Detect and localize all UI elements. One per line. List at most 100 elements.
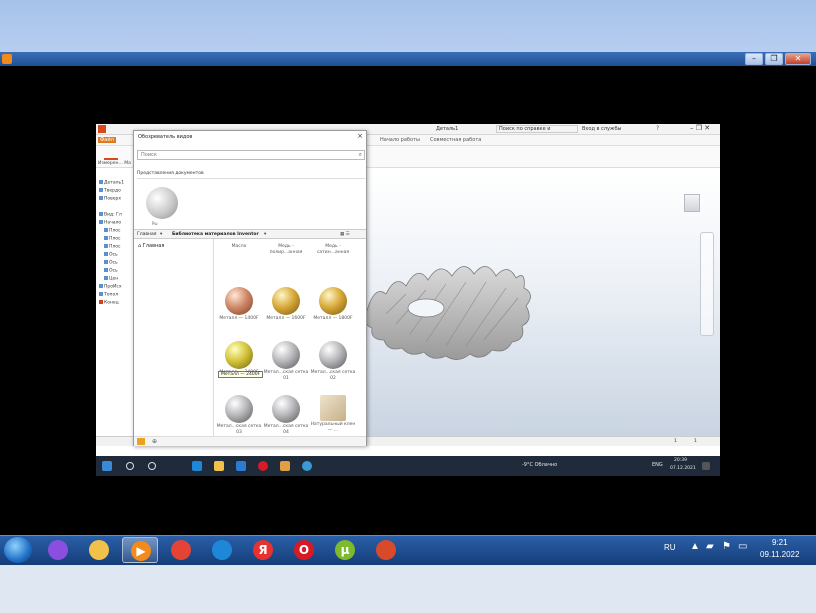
- tree-item[interactable]: Деталь1: [99, 180, 124, 186]
- mail-icon[interactable]: [236, 461, 246, 471]
- taskbar-app-utorrent[interactable]: µ: [327, 537, 363, 563]
- material-label: Металл — 1800F: [313, 316, 353, 321]
- clock-time[interactable]: 9:21: [772, 538, 788, 547]
- close-button[interactable]: ✕: [785, 53, 811, 65]
- tree-item[interactable]: Поверх: [99, 196, 121, 202]
- tree-item[interactable]: ПроИсх: [99, 284, 122, 290]
- taskbar-app-presentation[interactable]: [368, 537, 404, 563]
- axis-icon: [104, 252, 108, 256]
- library-name-dropdown[interactable]: Библиотека материалов Inventor: [172, 232, 259, 237]
- material-swatch: [272, 395, 300, 423]
- tree-item[interactable]: Конец: [99, 300, 119, 306]
- edge-icon[interactable]: [192, 461, 202, 471]
- material-swatch: [225, 287, 253, 315]
- tab-start[interactable]: Начало работы: [380, 137, 420, 143]
- material-tile[interactable]: Металл — 1600F: [263, 287, 309, 322]
- tree-item[interactable]: Ось: [104, 252, 118, 258]
- material-tile[interactable]: Метал...ская сетка 03: [216, 395, 262, 436]
- taskbar-app-explorer[interactable]: [81, 537, 117, 563]
- tree-item[interactable]: Начало: [99, 220, 121, 226]
- windows-start-icon[interactable]: [102, 461, 112, 471]
- material-browser-dialog: Обозреватель видов × Поиск ⌕ Представлен…: [133, 130, 367, 446]
- tree-item[interactable]: Вид: Гл: [99, 212, 122, 218]
- material-tile[interactable]: Масло: [216, 239, 262, 250]
- taskbar-app-media-player[interactable]: ▶: [122, 537, 158, 563]
- app-icon[interactable]: [302, 461, 312, 471]
- document-material-thumbnail[interactable]: [146, 187, 178, 219]
- tab-collaborate[interactable]: Совместная работа: [430, 137, 481, 143]
- taskbar-app-edge[interactable]: [204, 537, 240, 563]
- tray-flag-icon[interactable]: ⚑: [722, 541, 731, 552]
- taskbar-app-chrome[interactable]: [163, 537, 199, 563]
- opera-icon: O: [294, 540, 314, 560]
- material-tooltip: Металл — 2400F: [218, 371, 264, 378]
- material-tile[interactable]: Натуральный клен — ...: [310, 395, 356, 434]
- inventor-taskbar-icon[interactable]: [280, 461, 290, 471]
- notifications-icon[interactable]: [702, 462, 710, 470]
- wavy-disc-model: [366, 266, 531, 360]
- tree-item[interactable]: Ось: [104, 260, 118, 266]
- maximize-button[interactable]: ❐: [765, 53, 783, 65]
- inner-clock-date[interactable]: 07.12.2021: [670, 466, 696, 471]
- navigation-bar[interactable]: [700, 232, 714, 336]
- viewcube-icon[interactable]: [684, 194, 700, 212]
- presentation-icon: [376, 540, 396, 560]
- material-label: Металл — 1600F: [266, 316, 306, 321]
- task-view-icon[interactable]: [148, 462, 156, 470]
- material-search-input[interactable]: Поиск ⌕: [137, 150, 365, 160]
- weather-text[interactable]: -9°C Облачно: [522, 462, 557, 468]
- tree-item[interactable]: Плос: [104, 236, 121, 242]
- material-tile[interactable]: Метал...ская сетка 04: [263, 395, 309, 436]
- player-title-bar: [0, 52, 816, 66]
- material-tile[interactable]: Металл — 1400F: [216, 287, 262, 322]
- tree-item[interactable]: Топол: [99, 292, 118, 298]
- library-folder-icon[interactable]: [137, 438, 145, 445]
- search-icon[interactable]: ⌕: [359, 151, 362, 159]
- yandex-icon: Я: [253, 540, 273, 560]
- opera-icon[interactable]: [258, 461, 268, 471]
- taskbar-app-yandex[interactable]: Я: [245, 537, 281, 563]
- tree-item[interactable]: Плос: [104, 244, 121, 250]
- utorrent-icon: µ: [335, 540, 355, 560]
- view-icon: [99, 212, 103, 216]
- view-options-icon[interactable]: ▦ ☰: [340, 232, 350, 237]
- material-tile[interactable]: Медь - сатин...анная: [310, 239, 356, 256]
- tree-item[interactable]: Твердо: [99, 188, 121, 194]
- material-tile[interactable]: Метал...ская сетка 02: [310, 341, 356, 382]
- help-icon[interactable]: ?: [656, 125, 659, 132]
- explorer-icon[interactable]: [214, 461, 224, 471]
- taskbar-app-opera[interactable]: O: [286, 537, 322, 563]
- tree-item[interactable]: Цен: [104, 276, 118, 282]
- library-home-dropdown[interactable]: Главная: [137, 232, 156, 237]
- minimize-button[interactable]: –: [745, 53, 763, 65]
- window-controls-icon[interactable]: – ❐ ✕: [690, 124, 710, 132]
- material-label: Масло: [231, 244, 247, 249]
- material-tile[interactable]: Метал...ская сетка 01: [263, 341, 309, 382]
- dialog-title: Обозреватель видов: [138, 134, 193, 140]
- status-count-2: 1: [694, 439, 697, 444]
- tray-arrow-icon[interactable]: ▲: [690, 541, 700, 552]
- measure-icon[interactable]: [104, 150, 118, 160]
- clock-date[interactable]: 09.11.2022: [760, 550, 799, 559]
- dialog-close-icon[interactable]: ×: [357, 132, 363, 140]
- inner-clock-time[interactable]: 20:39: [674, 458, 687, 463]
- search-icon[interactable]: [126, 462, 134, 470]
- material-label: Медь - полир...анная: [269, 244, 303, 255]
- tree-item[interactable]: Плос: [104, 228, 121, 234]
- chevron-down-icon[interactable]: ▾: [264, 232, 266, 237]
- add-library-icon[interactable]: ⊕: [152, 438, 157, 445]
- signin-link[interactable]: Вход в службы: [582, 126, 621, 132]
- material-tile[interactable]: Металл — 1800F: [310, 287, 356, 322]
- library-tree-home[interactable]: ⌂ Главная: [138, 243, 164, 249]
- tray-monitor-icon[interactable]: ▭: [738, 541, 747, 552]
- taskbar-app-alice[interactable]: [40, 537, 76, 563]
- chevron-down-icon[interactable]: ▾: [160, 232, 162, 237]
- material-tile[interactable]: Медь - полир...анная: [263, 239, 309, 256]
- help-search-input[interactable]: Поиск по справке и командам: [496, 125, 578, 133]
- input-language[interactable]: ENG: [652, 462, 663, 468]
- file-tab[interactable]: Файл: [98, 137, 116, 143]
- tree-item[interactable]: Ось: [104, 268, 118, 274]
- tray-language[interactable]: RU: [664, 543, 676, 552]
- start-button[interactable]: [4, 537, 32, 563]
- tray-network-icon[interactable]: ▰: [706, 541, 714, 552]
